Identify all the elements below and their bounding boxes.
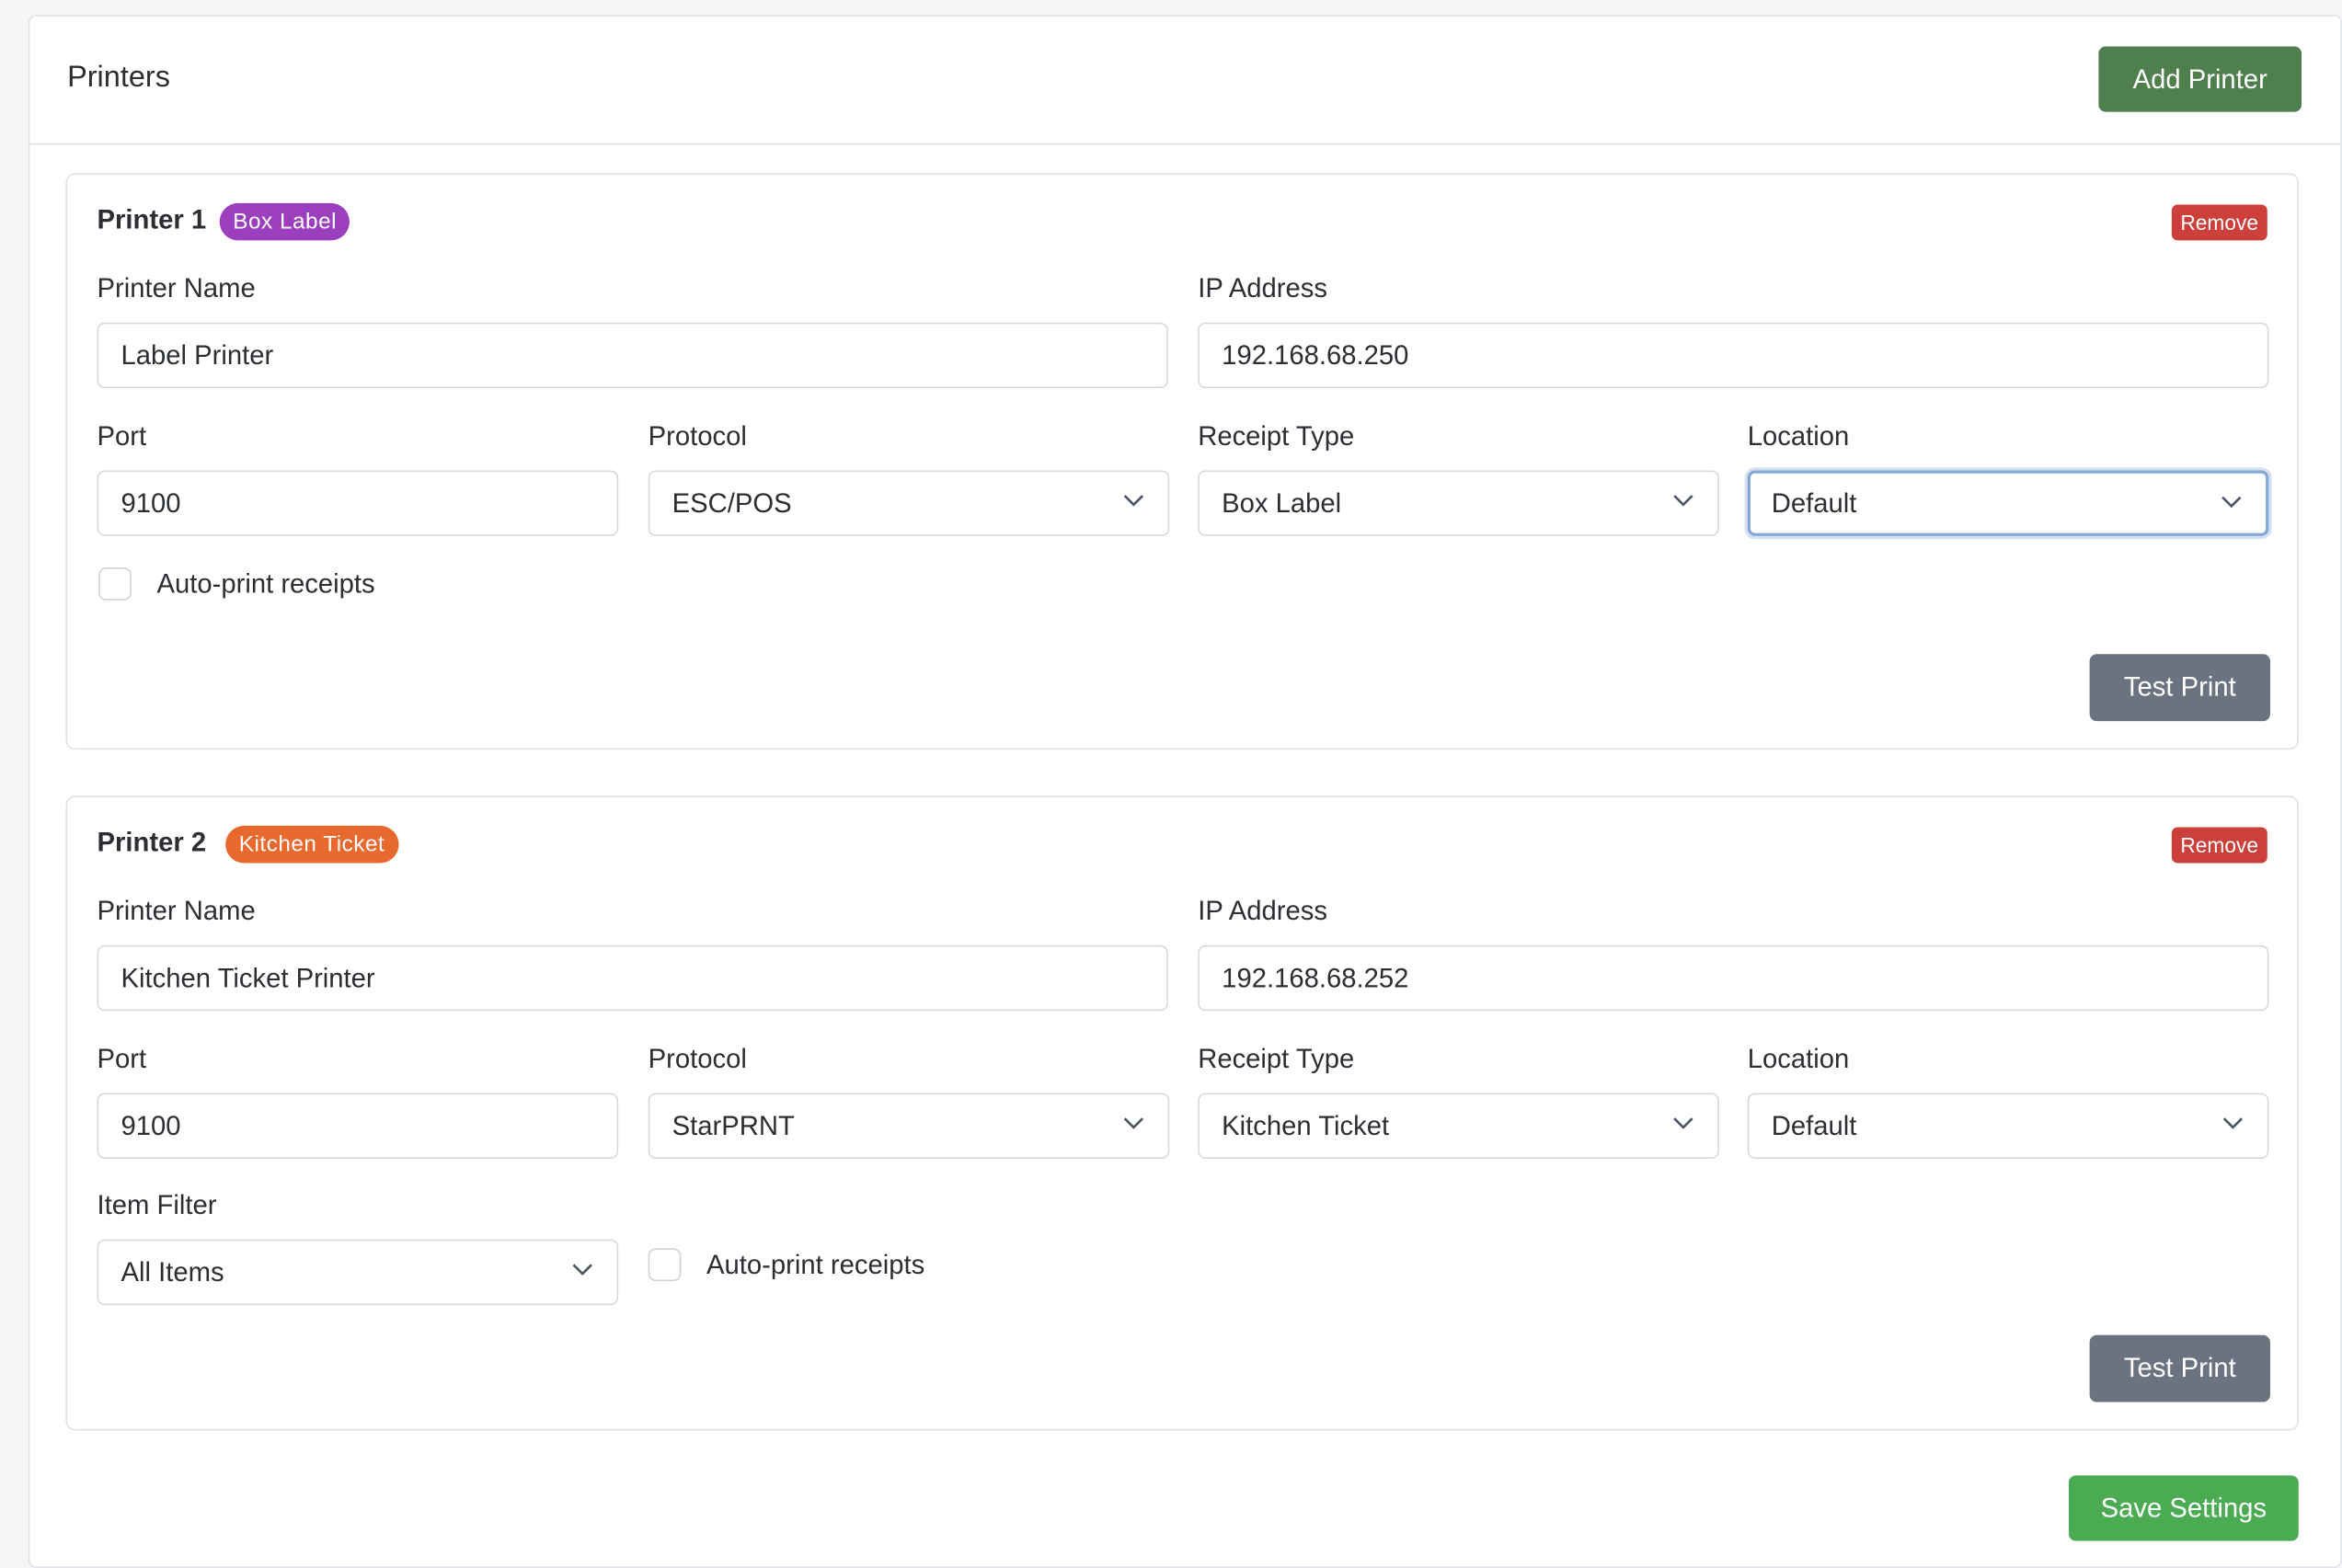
location-select[interactable]: Default bbox=[1747, 1093, 2269, 1159]
location-select[interactable]: Default bbox=[1747, 470, 2269, 536]
protocol-select[interactable]: ESC/POS bbox=[648, 470, 1170, 536]
page-title: Printers bbox=[67, 61, 170, 95]
protocol-select[interactable]: StarPRNT bbox=[648, 1093, 1170, 1159]
screen: Printers Add Printer Printer 1 Box Label… bbox=[0, 0, 2342, 1568]
receipt-type-select[interactable]: Box Label bbox=[1198, 470, 1719, 536]
chevron-down-icon bbox=[1673, 495, 1693, 507]
port-label: Port bbox=[97, 1043, 147, 1074]
auto-print-label: Auto-print receipts bbox=[706, 1250, 925, 1280]
port-label: Port bbox=[97, 420, 147, 452]
port-input[interactable]: 9100 bbox=[97, 1093, 619, 1159]
receipt-type-value: Kitchen Ticket bbox=[1222, 1111, 1390, 1141]
location-label: Location bbox=[1747, 1043, 1850, 1074]
remove-button[interactable]: Remove bbox=[2171, 827, 2267, 864]
printer-name-input[interactable]: Kitchen Ticket Printer bbox=[97, 944, 1168, 1012]
receipt-type-badge: Box Label bbox=[219, 202, 350, 241]
receipt-type-select[interactable]: Kitchen Ticket bbox=[1198, 1093, 1719, 1159]
chevron-down-icon bbox=[572, 1264, 592, 1276]
location-label: Location bbox=[1747, 420, 1850, 452]
printer-card-1: Printer 1 Box Label Remove Printer Name … bbox=[65, 173, 2299, 750]
port-input[interactable]: 9100 bbox=[97, 470, 619, 536]
chevron-down-icon bbox=[1123, 495, 1144, 507]
chevron-down-icon bbox=[1123, 1117, 1144, 1129]
panel-header: Printers Add Printer bbox=[29, 17, 2341, 145]
auto-print-checkbox[interactable] bbox=[648, 1248, 682, 1282]
receipt-type-badge: Kitchen Ticket bbox=[225, 825, 398, 864]
chevron-down-icon bbox=[2222, 1117, 2244, 1129]
item-filter-select[interactable]: All Items bbox=[97, 1239, 619, 1306]
protocol-value: StarPRNT bbox=[672, 1111, 795, 1141]
remove-button[interactable]: Remove bbox=[2171, 204, 2267, 241]
test-print-button[interactable]: Test Print bbox=[2089, 1334, 2271, 1402]
save-settings-button[interactable]: Save Settings bbox=[2068, 1475, 2299, 1541]
test-print-button[interactable]: Test Print bbox=[2089, 654, 2271, 722]
protocol-label: Protocol bbox=[648, 1043, 747, 1074]
ip-address-input[interactable]: 192.168.68.250 bbox=[1198, 322, 2269, 389]
protocol-label: Protocol bbox=[648, 420, 747, 452]
chevron-down-icon bbox=[1673, 1117, 1693, 1129]
auto-print-checkbox[interactable] bbox=[98, 567, 132, 601]
ip-address-label: IP Address bbox=[1198, 896, 1328, 926]
receipt-type-label: Receipt Type bbox=[1198, 1043, 1355, 1074]
printer-name-label: Printer Name bbox=[97, 896, 256, 926]
printer-title: Printer 2 bbox=[97, 827, 207, 858]
receipt-type-label: Receipt Type bbox=[1198, 420, 1355, 452]
item-filter-value: All Items bbox=[121, 1257, 224, 1288]
protocol-value: ESC/POS bbox=[672, 487, 792, 519]
item-filter-label: Item Filter bbox=[97, 1190, 217, 1220]
ip-address-label: IP Address bbox=[1198, 273, 1328, 303]
printer-name-input[interactable]: Label Printer bbox=[97, 322, 1168, 389]
receipt-type-value: Box Label bbox=[1222, 487, 1342, 519]
printer-name-label: Printer Name bbox=[97, 273, 256, 303]
auto-print-label: Auto-print receipts bbox=[156, 568, 375, 600]
location-value: Default bbox=[1771, 487, 1857, 519]
location-value: Default bbox=[1771, 1111, 1857, 1141]
chevron-down-icon bbox=[2221, 496, 2242, 509]
printer-title: Printer 1 bbox=[97, 204, 207, 235]
printer-card-2: Printer 2 Kitchen Ticket Remove Printer … bbox=[65, 795, 2299, 1431]
add-printer-button[interactable]: Add Printer bbox=[2098, 46, 2302, 112]
ip-address-input[interactable]: 192.168.68.252 bbox=[1198, 944, 2269, 1012]
